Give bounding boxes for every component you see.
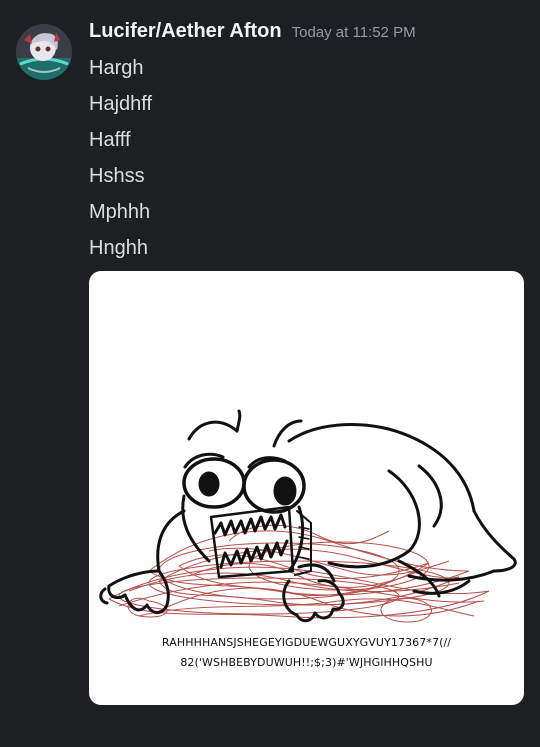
image-attachment[interactable]: RAHHHHANSJSHEGEYIGDUEWGUXYGVUY17367*7(//…	[89, 271, 524, 705]
user-avatar[interactable]	[16, 24, 72, 80]
message-header: Lucifer/Aether Afton Today at 11:52 PM	[89, 20, 416, 48]
message-text: Hafff	[89, 129, 131, 151]
drawing-caption: RAHHHHANSJSHEGEYIGDUEWGUXYGVUY17367*7(//…	[89, 633, 524, 673]
username[interactable]: Lucifer/Aether Afton	[89, 20, 282, 43]
message-text: Hajdhff	[89, 93, 153, 115]
caption-line: RAHHHHANSJSHEGEYIGDUEWGUXYGVUY17367*7(//	[161, 636, 452, 649]
caption-line: 82('WSHBEBYDUWUH!!;$;3)#'WJHGIHHQSHU	[180, 656, 433, 669]
anime-character-avatar-icon	[16, 24, 72, 80]
message-text: Mphhh	[89, 201, 151, 223]
message-text: Hargh	[89, 57, 144, 79]
message-text: Hnghh	[89, 237, 148, 259]
timestamp[interactable]: Today at 11:52 PM	[292, 24, 416, 41]
creature-lineart	[99, 409, 517, 623]
message-list: Hargh Hajdhff Hafff Hshss Mphhh Hnghh	[89, 50, 152, 266]
message-text: Hshss	[89, 165, 145, 187]
